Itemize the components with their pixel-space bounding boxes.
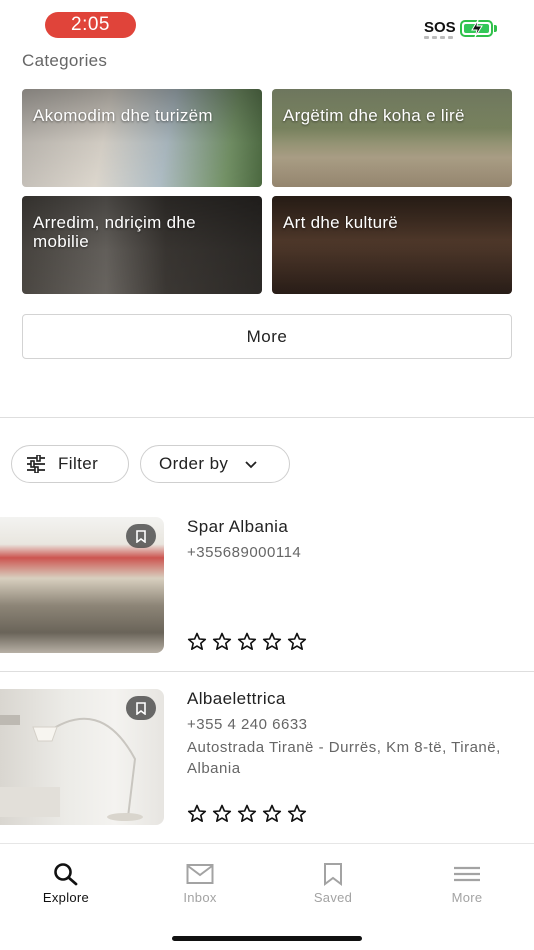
tab-more[interactable]: More	[417, 862, 517, 905]
bookmark-button[interactable]	[126, 696, 156, 720]
star-icon	[262, 804, 282, 822]
filter-button[interactable]: Filter	[11, 445, 129, 483]
bottom-tab-bar: Explore Inbox Saved More	[0, 843, 534, 950]
star-icon	[287, 804, 307, 822]
listing-address: Autostrada Tiranë - Durrës, Km 8-të, Tir…	[187, 739, 501, 777]
listing-phone: +355 4 240 6633	[187, 716, 308, 733]
star-icon	[187, 632, 207, 650]
listing-title[interactable]: Spar Albania	[187, 517, 288, 537]
signal-dots-icon	[424, 36, 453, 39]
mail-icon	[186, 864, 214, 884]
battery-cap	[494, 25, 497, 32]
tab-explore[interactable]: Explore	[16, 862, 116, 905]
listing-divider	[0, 671, 534, 672]
category-tile-art-culture[interactable]: Art dhe kulturë	[272, 196, 512, 294]
category-tile-leisure[interactable]: Argëtim dhe koha e lirë	[272, 89, 512, 187]
category-label: Argëtim dhe koha e lirë	[283, 106, 465, 125]
filter-label: Filter	[58, 454, 99, 473]
search-icon	[54, 863, 78, 886]
listing-title[interactable]: Albaelettrica	[187, 689, 286, 709]
listing-image[interactable]	[0, 689, 164, 825]
status-time: 2:05	[45, 12, 136, 38]
category-label: Arredim, ndriçim dhe mobilie	[33, 213, 196, 251]
tab-label: Saved	[313, 890, 353, 905]
tab-inbox[interactable]: Inbox	[150, 862, 250, 905]
chevron-down-icon	[245, 461, 257, 469]
bookmark-icon	[324, 863, 342, 886]
bookmark-button[interactable]	[126, 524, 156, 548]
star-icon	[262, 632, 282, 650]
star-icon	[212, 632, 232, 650]
bookmark-icon	[136, 529, 146, 543]
category-tile-accommodation[interactable]: Akomodim dhe turizëm	[22, 89, 262, 187]
category-label: Art dhe kulturë	[283, 213, 399, 232]
section-divider	[0, 417, 534, 418]
tab-label: Inbox	[183, 890, 217, 905]
rating-stars	[187, 804, 307, 823]
category-tile-furniture[interactable]: Arredim, ndriçim dhe mobilie	[22, 196, 262, 294]
category-label: Akomodim dhe turizëm	[33, 106, 213, 125]
listing-phone: +355689000114	[187, 544, 302, 561]
status-bar: 2:05 SOS	[0, 0, 534, 46]
star-icon	[212, 804, 232, 822]
sliders-icon	[27, 455, 45, 473]
order-by-label: Order by	[159, 454, 229, 473]
menu-icon	[454, 866, 480, 882]
star-icon	[237, 804, 257, 822]
sos-indicator: SOS	[424, 19, 456, 36]
more-categories-button[interactable]: More	[22, 314, 512, 359]
star-icon	[187, 804, 207, 822]
star-icon	[287, 632, 307, 650]
tab-label: More	[451, 890, 483, 905]
order-by-dropdown[interactable]: Order by	[140, 445, 290, 483]
listing-image[interactable]	[0, 517, 164, 653]
home-indicator	[172, 936, 362, 941]
tab-label: Explore	[42, 890, 90, 905]
tab-saved[interactable]: Saved	[283, 862, 383, 905]
bookmark-icon	[136, 701, 146, 715]
rating-stars	[187, 632, 307, 651]
categories-title: Categories	[22, 51, 108, 70]
charging-bolt-icon	[471, 19, 483, 38]
star-icon	[237, 632, 257, 650]
